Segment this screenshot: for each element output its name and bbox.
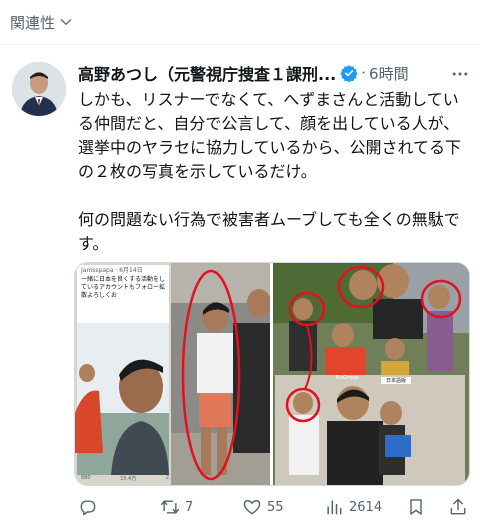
- photo-2-shirt-text: RizGroup: [335, 375, 359, 381]
- photo-1-header-name: Jamsspapa · 6月14日: [81, 267, 143, 274]
- views-count: 2614: [349, 499, 383, 515]
- retweet-icon: [160, 500, 180, 514]
- media-grid: Jamsspapa · 6月14日 一緒に日本を良くする活動をしているアカウント…: [74, 262, 470, 486]
- share-icon: [450, 498, 466, 515]
- photo-1-stat: 15.4万: [120, 476, 137, 482]
- avatar[interactable]: [12, 62, 66, 116]
- tweet-time[interactable]: 6時間: [369, 63, 409, 84]
- chevron-down-icon: [60, 19, 72, 25]
- photo-2[interactable]: RizGroup 日本語版: [273, 263, 469, 485]
- verified-badge-icon: [340, 65, 358, 82]
- tweet-header: 高野あつし（元警視庁捜査１課刑... · 6時間: [78, 60, 470, 86]
- tweet-text: しかも、リスナーでなくて、へずまさんと活動している仲間だと、自分で公言して、顔を…: [78, 88, 470, 256]
- photo-1-stats: 880 15.4万 2: [81, 475, 169, 482]
- more-icon[interactable]: [450, 64, 470, 84]
- separator-dot: ·: [361, 64, 367, 82]
- like-count: 55: [267, 499, 284, 515]
- relevance-label: 関連性: [10, 13, 56, 32]
- share-button[interactable]: [448, 497, 468, 517]
- photo-2-sign-text: 日本語版: [381, 377, 411, 384]
- views-button[interactable]: 2614: [324, 497, 382, 517]
- photo-1-stat: 2: [165, 475, 169, 481]
- like-button[interactable]: 55: [242, 497, 284, 517]
- tweet-paragraph: しかも、リスナーでなくて、へずまさんと活動している仲間だと、自分で公言して、顔を…: [78, 90, 462, 181]
- photo-1-header-text: 一緒に日本を良くする活動をしているアカウントもフォロー拡散よろしくお: [81, 276, 166, 299]
- bookmark-icon: [410, 499, 422, 515]
- retweet-count: 7: [185, 499, 194, 515]
- photo-1-stat: 880: [81, 475, 91, 481]
- reply-button[interactable]: [78, 497, 103, 517]
- divider: [0, 44, 480, 45]
- relevance-sort[interactable]: 関連性: [0, 0, 480, 44]
- action-bar: 7 55 2614: [78, 492, 470, 522]
- author-name[interactable]: 高野あつし（元警視庁捜査１課刑...: [78, 61, 336, 85]
- like-icon: [243, 500, 261, 515]
- tweet-paragraph: 何の問題ない行為で被害者ムーブしても全くの無駄です。: [78, 210, 460, 253]
- views-icon: [327, 500, 342, 515]
- retweet-button[interactable]: 7: [160, 497, 193, 517]
- reply-icon: [80, 500, 96, 516]
- bookmark-button[interactable]: [406, 497, 426, 517]
- photo-1[interactable]: Jamsspapa · 6月14日 一緒に日本を良くする活動をしているアカウント…: [75, 263, 270, 485]
